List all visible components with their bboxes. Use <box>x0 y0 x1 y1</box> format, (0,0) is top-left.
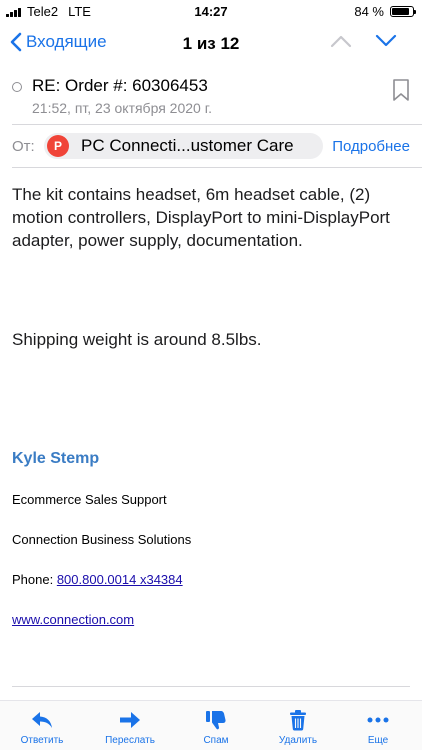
reply-button[interactable]: Ответить <box>0 709 84 746</box>
message-counter-text: 1 из 12 <box>182 34 240 53</box>
body-paragraph: The kit contains headset, 6m headset cab… <box>12 185 390 250</box>
trash-icon <box>290 710 306 731</box>
previous-message-button[interactable] <box>330 34 352 53</box>
details-link[interactable]: Подробнее <box>332 138 410 155</box>
header-divider <box>12 124 422 125</box>
from-label: От: <box>12 138 35 155</box>
reply-label: Ответить <box>20 735 64 746</box>
sender-name: PC Connecti...ustomer Care <box>81 136 294 155</box>
more-button[interactable]: Еще <box>336 709 420 746</box>
battery-icon <box>390 6 416 17</box>
unread-indicator-icon[interactable] <box>12 82 22 92</box>
message-subject: RE: Order #: 60306453 <box>32 76 208 95</box>
more-dots-icon <box>367 717 389 723</box>
status-bar: Tele2 LTE 14:27 84 % <box>0 0 422 22</box>
more-label: Еще <box>367 735 389 746</box>
phone-label: Phone: <box>12 572 57 587</box>
chevron-up-icon <box>330 35 352 48</box>
signature-company: Connection Business Solutions <box>12 532 192 547</box>
spam-button[interactable]: Спам <box>174 709 258 746</box>
body-paragraph: Shipping weight is around 8.5lbs. <box>12 330 262 349</box>
thumbs-down-icon <box>206 711 226 730</box>
nav-bar: Входящие 1 из 12 <box>0 28 422 60</box>
signature-phone-line: Phone: 800.800.0014 x34384 <box>12 572 183 587</box>
flag-button[interactable] <box>392 78 410 107</box>
bookmark-icon <box>393 79 409 101</box>
chevron-down-icon <box>375 34 397 47</box>
delete-button[interactable]: Удалить <box>256 709 340 746</box>
next-message-button[interactable] <box>375 34 397 53</box>
website-link[interactable]: www.connection.com <box>12 612 134 627</box>
forward-button[interactable]: Переслать <box>88 709 172 746</box>
reply-icon <box>32 712 52 728</box>
forward-arrow-icon <box>120 712 140 728</box>
avatar: P <box>47 135 69 157</box>
back-button[interactable]: Входящие <box>10 32 107 52</box>
chevron-left-icon <box>10 32 22 52</box>
phone-link[interactable]: 800.800.0014 x34384 <box>57 572 183 587</box>
message-date: 21:52, пт, 23 октября 2020 г. <box>32 100 212 116</box>
from-row: От: P PC Connecti...ustomer Care Подробн… <box>12 133 412 159</box>
signature-name: Kyle Stemp <box>12 450 100 467</box>
signature-website-line: www.connection.com <box>12 612 134 627</box>
status-right: 84 % <box>354 4 416 19</box>
back-label: Входящие <box>26 32 107 51</box>
battery-fill <box>392 8 409 15</box>
delete-label: Удалить <box>278 735 318 746</box>
battery-percent: 84 % <box>354 4 384 19</box>
sender-chip[interactable]: P PC Connecti...ustomer Care <box>44 133 323 159</box>
action-toolbar: Ответить Переслать Спам Удалить Еще <box>0 700 422 750</box>
signature-title: Ecommerce Sales Support <box>12 492 167 507</box>
forward-label: Переслать <box>105 735 155 746</box>
body-end-divider <box>12 686 410 687</box>
spam-label: Спам <box>203 735 229 746</box>
from-divider <box>12 167 422 168</box>
